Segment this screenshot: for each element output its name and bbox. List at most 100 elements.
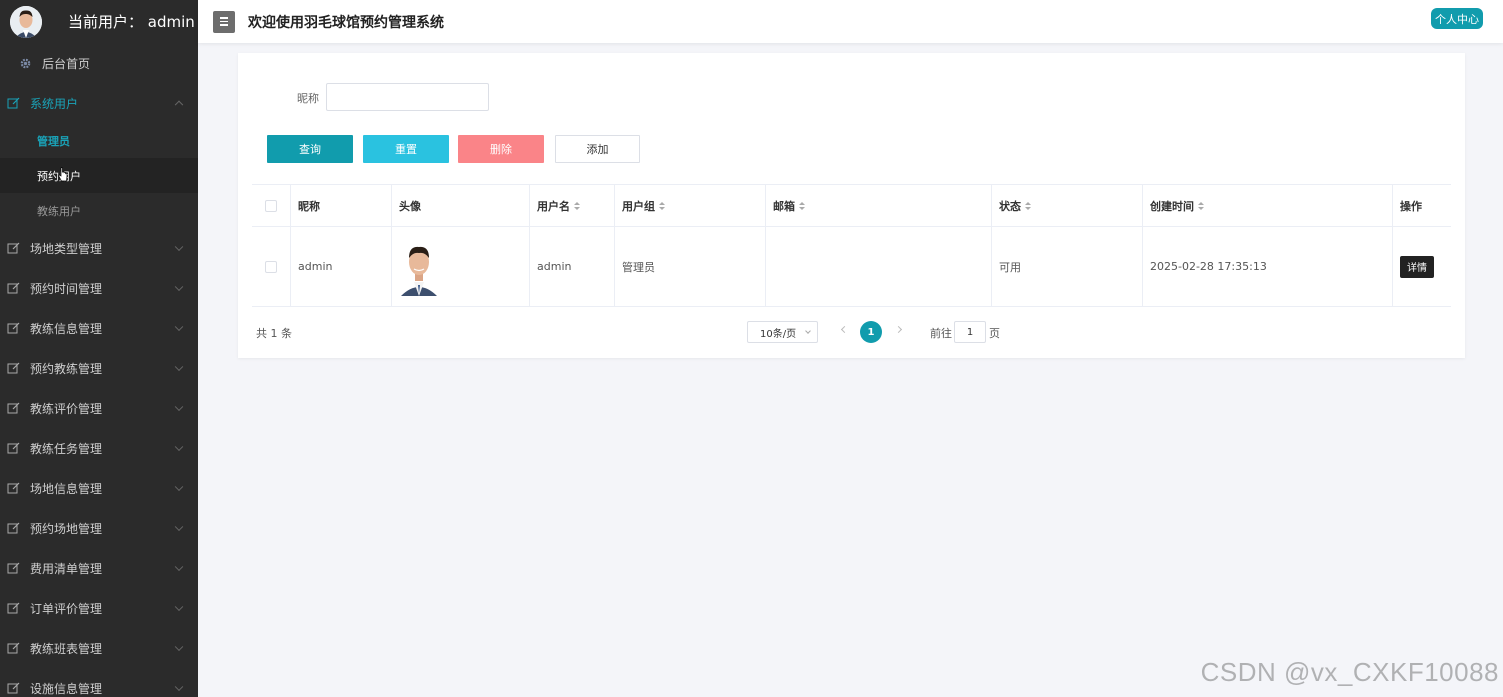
chevron-down-icon xyxy=(174,442,184,452)
sidebar-item-label: 教练任务管理 xyxy=(30,441,103,456)
detail-button[interactable]: 详情 xyxy=(1400,255,1434,278)
chevron-down-icon xyxy=(174,362,184,372)
sidebar-header: 当前用户： admin xyxy=(0,0,198,43)
sidebar-group-system-users[interactable]: 系统用户 xyxy=(0,83,198,123)
select-all-checkbox[interactable] xyxy=(265,199,277,212)
column-header-label: 状态 xyxy=(999,199,1021,213)
chevron-down-icon xyxy=(805,328,811,334)
chevron-down-icon xyxy=(174,482,184,492)
chevron-down-icon xyxy=(174,562,184,572)
header-select-cell xyxy=(252,185,291,226)
profile-button[interactable]: 个人中心 xyxy=(1431,8,1483,29)
sidebar-group-fee-list[interactable]: 费用清单管理 xyxy=(0,548,198,588)
cell-created-time: 2025-02-28 17:35:13 xyxy=(1143,227,1393,306)
sidebar-item-label: 教练评价管理 xyxy=(30,401,103,416)
sidebar-group-venue-booking[interactable]: 预约场地管理 xyxy=(0,508,198,548)
sidebar: 当前用户： admin 后台首页 系统用户 管理员 预约用户 教练用户 场地类型… xyxy=(0,0,198,697)
sidebar-item-label: 场地类型管理 xyxy=(30,241,103,256)
top-header: 欢迎使用羽毛球馆预约管理系统 个人中心 xyxy=(198,0,1503,43)
content-card: 昵称 查询 重置 删除 添加 昵称 头像 用户名 用户组 邮箱 状态 创建时间 … xyxy=(238,53,1465,358)
column-header[interactable]: 创建时间 xyxy=(1143,185,1393,226)
sidebar-item-label: 预约场地管理 xyxy=(30,521,103,536)
nickname-label: 昵称 xyxy=(297,92,319,105)
sidebar-group-coach-review[interactable]: 教练评价管理 xyxy=(0,388,198,428)
cell-actions: 详情 xyxy=(1393,227,1451,306)
sidebar-group-order-review[interactable]: 订单评价管理 xyxy=(0,588,198,628)
page-unit-label: 页 xyxy=(989,327,1000,340)
page-size-select[interactable]: 10条/页 xyxy=(747,321,818,343)
sort-icon[interactable] xyxy=(1198,201,1204,210)
column-header[interactable]: 邮箱 xyxy=(766,185,992,226)
reset-button[interactable]: 重置 xyxy=(363,135,449,163)
sidebar-item-label: 设施信息管理 xyxy=(30,681,103,696)
column-header-label: 用户名 xyxy=(537,199,570,213)
column-header-label: 创建时间 xyxy=(1150,199,1194,213)
gear-icon xyxy=(18,56,32,70)
cell-group: 管理员 xyxy=(615,227,766,306)
sidebar-group-coach-schedule[interactable]: 教练班表管理 xyxy=(0,628,198,668)
table-row: admin admin 管理员 可用 2025-02-28 17:35:13 详… xyxy=(252,227,1451,307)
sort-icon[interactable] xyxy=(799,201,805,210)
sidebar-group-booking-time[interactable]: 预约时间管理 xyxy=(0,268,198,308)
chevron-down-icon xyxy=(174,642,184,652)
chevron-down-icon xyxy=(174,242,184,252)
edit-icon xyxy=(6,281,20,295)
page-size-value: 10条/页 xyxy=(760,328,797,340)
page-number-current[interactable]: 1 xyxy=(860,321,882,343)
sidebar-item-label: 预约教练管理 xyxy=(30,361,103,376)
chevron-down-icon xyxy=(174,402,184,412)
cell-username: admin xyxy=(530,227,615,306)
edit-icon xyxy=(6,641,20,655)
sidebar-item-label: 系统用户 xyxy=(30,96,79,111)
nickname-input[interactable] xyxy=(326,83,489,111)
sidebar-item-label: 后台首页 xyxy=(42,56,91,71)
edit-icon xyxy=(6,321,20,335)
cell-avatar xyxy=(392,227,530,306)
chevron-down-icon xyxy=(174,282,184,292)
chevron-down-icon xyxy=(174,322,184,332)
sidebar-group-venue-type[interactable]: 场地类型管理 xyxy=(0,228,198,268)
sidebar-item-booking-users[interactable]: 预约用户 xyxy=(0,158,198,193)
sidebar-group-facility-info[interactable]: 设施信息管理 xyxy=(0,668,198,697)
edit-icon xyxy=(6,96,20,110)
edit-icon xyxy=(6,361,20,375)
sort-icon[interactable] xyxy=(1025,201,1031,210)
column-header: 昵称 xyxy=(291,185,392,226)
edit-icon xyxy=(6,601,20,615)
next-page-icon[interactable] xyxy=(894,325,903,334)
sort-icon[interactable] xyxy=(659,201,665,210)
cell-status: 可用 xyxy=(992,227,1143,306)
sidebar-item-label: 教练班表管理 xyxy=(30,641,103,656)
edit-icon xyxy=(6,481,20,495)
column-header[interactable]: 用户名 xyxy=(530,185,615,226)
user-avatar-image xyxy=(399,238,439,296)
prev-page-icon[interactable] xyxy=(840,325,849,334)
delete-button[interactable]: 删除 xyxy=(458,135,544,163)
column-header[interactable]: 状态 xyxy=(992,185,1143,226)
row-checkbox[interactable] xyxy=(265,260,277,273)
sidebar-item-home[interactable]: 后台首页 xyxy=(0,43,198,83)
menu-toggle-icon[interactable] xyxy=(213,10,235,33)
sidebar-item-admin[interactable]: 管理员 xyxy=(0,123,198,158)
sidebar-group-coach-task[interactable]: 教练任务管理 xyxy=(0,428,198,468)
chevron-down-icon xyxy=(174,602,184,612)
cell-email xyxy=(766,227,992,306)
column-header[interactable]: 用户组 xyxy=(615,185,766,226)
sidebar-item-label: 订单评价管理 xyxy=(30,601,103,616)
edit-icon xyxy=(6,521,20,535)
add-button[interactable]: 添加 xyxy=(555,135,640,163)
sidebar-group-venue-info[interactable]: 场地信息管理 xyxy=(0,468,198,508)
cell-nickname: admin xyxy=(291,227,392,306)
table-header-row: 昵称 头像 用户名 用户组 邮箱 状态 创建时间 操作 xyxy=(252,185,1451,227)
column-header-label: 用户组 xyxy=(622,199,655,213)
goto-page-input[interactable]: 1 xyxy=(954,321,986,343)
sidebar-group-coach-booking[interactable]: 预约教练管理 xyxy=(0,348,198,388)
sidebar-item-coach-users[interactable]: 教练用户 xyxy=(0,193,198,228)
avatar[interactable] xyxy=(10,5,42,38)
edit-icon xyxy=(6,441,20,455)
sidebar-group-coach-info[interactable]: 教练信息管理 xyxy=(0,308,198,348)
query-button[interactable]: 查询 xyxy=(267,135,353,163)
sort-icon[interactable] xyxy=(574,201,580,210)
chevron-down-icon xyxy=(174,522,184,532)
edit-icon xyxy=(6,241,20,255)
